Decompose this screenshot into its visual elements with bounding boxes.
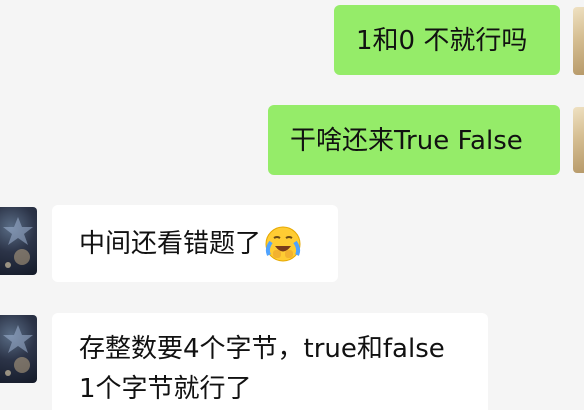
message-bubble-incoming[interactable]: 存整数要4个字节，true和false 1个字节就行了 <box>52 313 488 410</box>
crying-laughing-emoji-icon <box>263 224 303 264</box>
chat-window: 1和0 不就行吗 干啥还来True False 中间还看错题了 存整数要4个字节… <box>0 0 584 410</box>
my-avatar[interactable] <box>573 107 584 173</box>
message-text: 干啥还来True False <box>290 125 523 156</box>
message-bubble-outgoing[interactable]: 1和0 不就行吗 <box>334 5 560 75</box>
avatar-image <box>3 325 33 376</box>
message-row-outgoing-2: 干啥还来True False <box>0 95 584 185</box>
message-text-line-1: 存整数要4个字节，true和false <box>79 334 445 364</box>
message-text: 中间还看错题了 <box>79 228 262 259</box>
contact-avatar[interactable] <box>0 315 37 383</box>
message-text-line-2: 1个字节就行了 <box>79 374 252 404</box>
message-text: 1和0 不就行吗 <box>356 25 528 56</box>
message-row-incoming-1: 中间还看错题了 <box>0 200 584 295</box>
avatar-image <box>3 217 33 268</box>
message-row-incoming-2: 存整数要4个字节，true和false 1个字节就行了 <box>0 300 584 410</box>
message-row-outgoing-1: 1和0 不就行吗 <box>0 0 584 90</box>
message-bubble-outgoing[interactable]: 干啥还来True False <box>268 105 560 175</box>
my-avatar[interactable] <box>573 7 584 75</box>
message-bubble-incoming[interactable]: 中间还看错题了 <box>52 205 338 282</box>
contact-avatar[interactable] <box>0 207 37 275</box>
